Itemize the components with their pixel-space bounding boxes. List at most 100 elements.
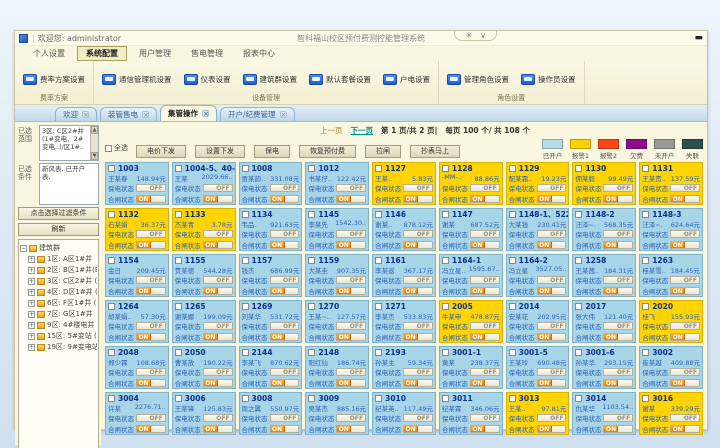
meter-card[interactable]: 1270王某~..127.57元保电状态OFF合闸状态ON <box>305 300 369 343</box>
meter-card[interactable]: 3013王某..97.81元保电状态OFF合闸状态ON <box>506 392 570 435</box>
ribbon-button-操作员设置[interactable]: 操作员设置 <box>521 74 576 85</box>
card-checkbox[interactable] <box>642 303 649 310</box>
meter-card[interactable]: 3016谢某339.29元保电状态OFF合闸状态ON <box>639 392 703 435</box>
meter-card[interactable]: 3009吴某杰885.16元保电状态OFF合闸状态ON <box>305 392 369 435</box>
tree-node[interactable]: +1区: A区1#井 <box>20 254 97 265</box>
meter-card[interactable]: 3010纪某英..117.49元保电状态OFF合闸状态ON <box>372 392 436 435</box>
card-checkbox[interactable] <box>108 303 115 310</box>
card-checkbox[interactable] <box>308 349 315 356</box>
ribbon-button-通信管理机设置[interactable]: 通信管理机设置 <box>102 74 172 85</box>
card-checkbox[interactable] <box>242 395 249 402</box>
card-checkbox[interactable] <box>575 303 582 310</box>
tree-node[interactable]: +9区: 4#楼电井 (4# <box>20 320 97 331</box>
card-checkbox[interactable] <box>308 211 315 218</box>
card-checkbox[interactable] <box>242 211 249 218</box>
card-checkbox[interactable] <box>108 257 115 264</box>
card-checkbox[interactable] <box>175 303 182 310</box>
meter-card[interactable]: 1157钱杰686.99元保电状态OFF合闸状态ON <box>239 254 303 297</box>
card-checkbox[interactable] <box>375 211 382 218</box>
card-checkbox[interactable] <box>442 395 449 402</box>
tree-node[interactable]: +15区: 5#变站 (3# <box>20 331 97 342</box>
card-checkbox[interactable] <box>108 211 115 218</box>
meter-card[interactable]: 1263桂某雪..184.45元保电状态OFF合闸状态ON <box>639 254 703 297</box>
menu-item-售电管理[interactable]: 售电管理 <box>183 47 231 60</box>
card-checkbox[interactable] <box>242 303 249 310</box>
card-checkbox[interactable] <box>108 395 115 402</box>
meter-card[interactable]: 1130佣某毅99.49元保电状态OFF合闸状态ON <box>572 162 636 205</box>
card-checkbox[interactable] <box>375 395 382 402</box>
meter-card[interactable]: 1265谢某娜199.09元保电状态OFF合闸状态ON <box>172 300 236 343</box>
meter-card[interactable]: 1145李某先1542.30..保电状态OFF合闸状态ON <box>305 208 369 251</box>
meter-card[interactable]: 1012书某仔..122.42元保电状态OFF合闸状态ON <box>305 162 369 205</box>
card-checkbox[interactable] <box>642 349 649 356</box>
ribbon-button-建筑群设置[interactable]: 建筑群设置 <box>243 74 298 85</box>
meter-card[interactable]: 1132石某娟36.37元保电状态OFF合闸状态ON <box>105 208 169 251</box>
expand-icon[interactable]: + <box>28 333 35 340</box>
meter-card[interactable]: 1161李某返367.17元保电状态OFF合闸状态ON <box>372 254 436 297</box>
card-checkbox[interactable] <box>642 257 649 264</box>
card-checkbox[interactable] <box>442 349 449 356</box>
card-checkbox[interactable] <box>175 257 182 264</box>
card-checkbox[interactable] <box>442 257 449 264</box>
meter-card[interactable]: 3001-5王某玲690.48元保电状态OFF合闸状态ON <box>506 346 570 389</box>
meter-card[interactable]: 2050曹某放190.22元保电状态OFF合闸状态ON <box>172 346 236 389</box>
select-all[interactable]: 全选 <box>105 143 128 153</box>
ribbon-button-费率方案设置[interactable]: 费率方案设置 <box>23 74 85 85</box>
meter-card[interactable]: 1133杰某青3.78元保电状态OFF合闸状态ON <box>172 208 236 251</box>
meter-card[interactable]: 1164-1冯立星..1595.67..保电状态OFF合闸状态ON <box>439 254 503 297</box>
selected-range-listbox[interactable]: ▲ ▼ 3区: C区2#井(1#变电、2#变电..)/区1#.. <box>39 125 99 161</box>
action-button-恢复预付费[interactable]: 恢复预付费 <box>299 145 356 158</box>
meter-card[interactable]: 1258王某茜..184.31元保电状态OFF合闸状态ON <box>572 254 636 297</box>
skin-controls[interactable]: ✳∨ <box>454 31 497 41</box>
card-checkbox[interactable] <box>175 395 182 402</box>
menu-item-个人设置[interactable]: 个人设置 <box>25 47 73 60</box>
action-button-保电[interactable]: 保电 <box>254 145 290 158</box>
card-checkbox[interactable] <box>308 165 315 172</box>
expand-icon[interactable]: + <box>28 300 35 307</box>
tree-node[interactable]: +3区: C区2#井 (1# <box>20 276 97 287</box>
card-checkbox[interactable] <box>242 349 249 356</box>
card-checkbox[interactable] <box>509 165 516 172</box>
meter-card[interactable]: 1148-1、522大某钱230.41元保电状态OFF合闸状态ON <box>506 208 570 251</box>
ribbon-button-默认套餐设置[interactable]: 默认套餐设置 <box>309 74 371 85</box>
card-checkbox[interactable] <box>442 165 449 172</box>
card-checkbox[interactable] <box>242 165 249 172</box>
meter-card[interactable]: 1264胡某娟..57.30元保电状态OFF合闸状态ON <box>105 300 169 343</box>
card-checkbox[interactable] <box>308 257 315 264</box>
meter-card[interactable]: 2017张大伟121.40元保电状态OFF合闸状态ON <box>572 300 636 343</box>
card-checkbox[interactable] <box>442 303 449 310</box>
meter-card[interactable]: 1147谢某687.52元保电状态OFF合闸状态ON <box>439 208 503 251</box>
meter-card[interactable]: 3001-1黄某238.37元保电状态OFF合闸状态ON <box>439 346 503 389</box>
tab-close-icon[interactable]: × <box>142 111 149 118</box>
minimize-button[interactable]: ▬ <box>694 32 703 44</box>
tree-node[interactable]: +2区: B区1#井(B区1 <box>20 265 97 276</box>
action-button-电价下发[interactable]: 电价下发 <box>136 145 186 158</box>
card-checkbox[interactable] <box>308 395 315 402</box>
card-checkbox[interactable] <box>642 211 649 218</box>
meter-card[interactable]: 1129配某霜..19.23元保电状态OFF合闸状态ON <box>506 162 570 205</box>
card-checkbox[interactable] <box>509 303 516 310</box>
meter-card[interactable]: 1159大某圭907.35元保电状态OFF合闸状态ON <box>305 254 369 297</box>
meter-card[interactable]: 1148-3汪泽~.624.64元保电状态OFF合闸状态ON <box>639 208 703 251</box>
meter-card[interactable]: 1134韦品..921.63元保电状态OFF合闸状态ON <box>239 208 303 251</box>
refresh-button[interactable]: 刷新 <box>18 223 99 236</box>
tree-node[interactable]: +7区: G区1#井 <box>20 309 97 320</box>
menu-item-报表中心[interactable]: 报表中心 <box>235 47 283 60</box>
tab-close-icon[interactable]: × <box>82 111 89 118</box>
menu-item-系统配置[interactable]: 系统配置 <box>77 46 127 61</box>
meter-card[interactable]: 1154金日209.45元保电状态OFF合闸状态ON <box>105 254 169 297</box>
prev-page-link[interactable]: 上一页 <box>320 125 343 136</box>
meter-card[interactable]: 1008贾某韵..331.08元保电状态OFF合闸状态ON <box>239 162 303 205</box>
meter-card[interactable]: 2005牛某申478.87元保电状态OFF合闸状态ON <box>439 300 503 343</box>
tab-close-icon[interactable]: × <box>202 110 209 117</box>
tab-装管售电[interactable]: 装管售电× <box>100 107 157 121</box>
choose-filter-button[interactable]: 点击选择过滤条件 <box>18 207 99 220</box>
ribbon-button-管理角色设置[interactable]: 管理角色设置 <box>447 74 509 85</box>
card-checkbox[interactable] <box>509 257 516 264</box>
action-button-拉闸[interactable]: 拉闸 <box>365 145 401 158</box>
meter-card[interactable]: 1269刘某华531.72元保电状态OFF合闸状态ON <box>239 300 303 343</box>
expand-icon[interactable]: + <box>28 289 35 296</box>
card-checkbox[interactable] <box>575 257 582 264</box>
tree-node[interactable]: +4区: D区1#井 (D区 <box>20 287 97 298</box>
card-checkbox[interactable] <box>308 303 315 310</box>
